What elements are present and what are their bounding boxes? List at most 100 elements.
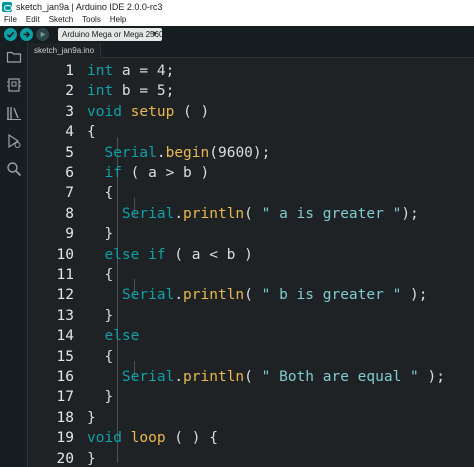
code-line: { [87,347,113,367]
line-number: 7 [65,185,74,202]
menu-edit[interactable]: Edit [22,14,45,26]
code-token: (9600); [209,144,271,161]
code-token: { [87,348,114,365]
code-token: setup [130,103,175,120]
code-token: Serial [104,144,157,161]
line-number: 17 [56,389,74,406]
code-token: . [156,144,166,161]
code-token: } [87,389,114,406]
folder-icon[interactable] [6,49,22,65]
code-token: a = 4; [113,63,175,79]
code-line: } [87,387,113,407]
code-token: " b is greater " [261,287,402,304]
code-token: Serial [121,369,175,385]
debug-play-icon [40,31,46,38]
line-number: 14 [56,328,74,345]
toolbar: Arduino Mega or Mega 2560 ... ▼ [0,26,474,43]
line-number: 9 [65,226,74,243]
code-line: void setup ( ) [87,102,209,122]
code-token: loop [130,430,166,447]
upload-button[interactable] [20,28,33,41]
code-token: ( ) [174,103,210,120]
code-line: Serial.begin(9600); [87,143,270,163]
sidebar [0,43,28,467]
code-line: Serial.println( " Both are equal " ); [87,367,445,387]
line-number: 2 [65,83,74,100]
code-line: } [87,449,96,467]
code-line: Serial.println( " a is greater "); [87,204,419,224]
code-token: Serial [121,287,175,304]
menu-tools[interactable]: Tools [78,14,106,26]
code-token: { [87,124,96,141]
line-number: 15 [56,348,74,365]
debug-icon[interactable] [6,133,22,149]
code-token: ( [244,287,262,304]
code-token: ( [244,205,262,222]
code-token: println [183,369,245,385]
code-token: ); [401,205,419,222]
code-line: } [87,224,113,244]
code-token: ( a < b ) [165,246,253,263]
code-token: . [174,205,184,222]
code-editor[interactable]: 1 2 3 4 5 6 7 8 9 10 11 12 13 14 15 16 17 18 19 20 int a = 4… [28,58,474,467]
code-token: } [87,307,114,324]
code-token: b = 5; [113,83,175,100]
code-token: println [183,205,245,222]
menu-bar: File Edit Sketch Tools Help [0,14,474,26]
arrow-right-icon [23,31,31,38]
code-token: void [87,430,122,447]
code-token: else [104,328,140,345]
verify-button[interactable] [4,28,17,41]
line-number: 11 [56,267,74,283]
code-line: { [87,183,113,203]
code-token: } [87,409,96,426]
board-selected-label: Arduino Mega or Mega 2560 ... [62,30,162,39]
title-bar: sketch_jan9a | Arduino IDE 2.0.0-rc3 [0,0,474,14]
code-token: int [87,83,114,100]
code-token: " Both are equal " [261,369,419,385]
line-number: 18 [56,409,74,426]
line-number: 10 [56,246,74,263]
line-number: 16 [56,369,74,385]
code-token: else if [104,246,166,263]
window-title: sketch_jan9a | Arduino IDE 2.0.0-rc3 [16,2,163,12]
menu-file[interactable]: File [0,14,22,26]
code-token: { [87,185,114,202]
code-token: ( a > b ) [121,165,210,181]
code-token: println [183,287,245,304]
line-number: 20 [56,450,74,467]
code-token: ( [244,369,262,385]
debug-button[interactable] [36,28,49,41]
tab-sketch-file[interactable]: sketch_jan9a.ino [28,43,102,58]
code-token: " a is greater " [261,205,402,222]
line-number: 4 [65,124,74,141]
line-number: 1 [65,63,74,79]
code-token: ); [418,369,445,385]
code-token: int [87,63,114,79]
code-line: } [87,408,96,428]
line-number: 13 [56,307,74,324]
menu-help[interactable]: Help [106,14,131,26]
code-line: { [87,122,96,142]
board-selector[interactable]: Arduino Mega or Mega 2560 ... ▼ [58,28,162,41]
line-number: 5 [65,144,74,161]
search-icon[interactable] [6,161,22,177]
board-icon[interactable] [6,77,22,93]
code-line: else [87,326,139,346]
line-number: 6 [65,165,74,181]
menu-sketch[interactable]: Sketch [45,14,78,26]
code-line: { [87,265,113,285]
editor-tab-bar: sketch_jan9a.ino [28,43,474,58]
code-token: } [87,450,96,467]
line-number: 12 [56,287,74,304]
code-token: Serial [121,205,175,222]
code-token: ); [401,287,428,304]
code-token: } [87,226,114,243]
code-token: . [174,287,184,304]
library-icon[interactable] [6,105,22,121]
